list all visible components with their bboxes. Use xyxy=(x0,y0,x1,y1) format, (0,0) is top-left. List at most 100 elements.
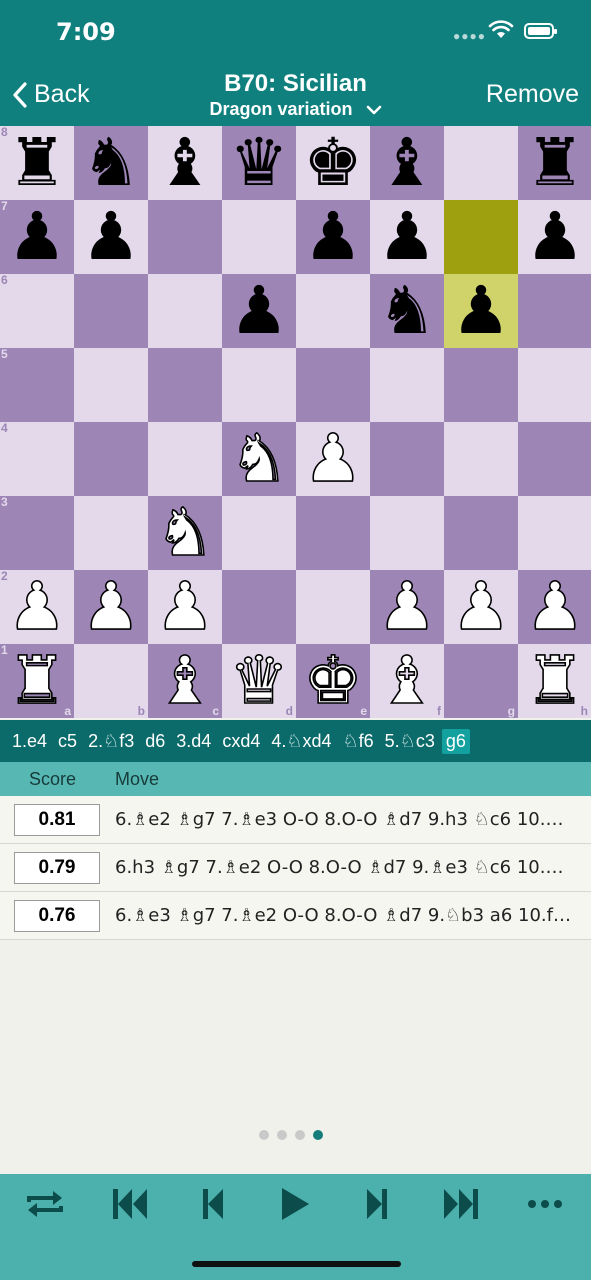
move-item[interactable]: 5.♘c3 xyxy=(385,731,435,752)
white-queen-icon[interactable]: ♛ xyxy=(222,644,296,718)
square-a4[interactable]: 4 xyxy=(0,422,74,496)
black-pawn-icon[interactable]: ♟ xyxy=(518,200,591,274)
square-a1[interactable]: 1 a ♜ xyxy=(0,644,74,718)
square-a6[interactable]: 6 xyxy=(0,274,74,348)
square-g4[interactable] xyxy=(444,422,518,496)
square-h5[interactable] xyxy=(518,348,591,422)
engine-line-row[interactable]: 0.76 6.♗e3 ♗g7 7.♗e2 O-O 8.O-O ♗d7 9.♘b3 … xyxy=(0,892,591,940)
square-d2[interactable] xyxy=(222,570,296,644)
black-pawn-icon[interactable]: ♟ xyxy=(74,200,148,274)
move-list[interactable]: 1.e4 c5 2.♘f3 d6 3.d4 cxd4 4.♘xd4 ♘f6 5.♘c3 g6 xyxy=(0,720,591,762)
square-e2[interactable] xyxy=(296,570,370,644)
square-h2[interactable]: ♟ xyxy=(518,570,591,644)
page-dot[interactable] xyxy=(295,1130,305,1140)
engine-line-row[interactable]: 0.81 6.♗e2 ♗g7 7.♗e3 O-O 8.O-O ♗d7 9.h3 ♘… xyxy=(0,796,591,844)
square-d1[interactable]: d ♛ xyxy=(222,644,296,718)
more-button[interactable] xyxy=(520,1184,570,1224)
square-d7[interactable] xyxy=(222,200,296,274)
square-f6[interactable]: ♞ xyxy=(370,274,444,348)
white-pawn-icon[interactable]: ♟ xyxy=(444,570,518,644)
white-king-icon[interactable]: ♚ xyxy=(296,644,370,718)
square-g3[interactable] xyxy=(444,496,518,570)
white-knight-icon[interactable]: ♞ xyxy=(222,422,296,496)
square-h8[interactable]: ♜ xyxy=(518,126,591,200)
square-g7[interactable] xyxy=(444,200,518,274)
first-move-button[interactable] xyxy=(105,1184,155,1224)
square-d4[interactable]: ♞ xyxy=(222,422,296,496)
square-a7[interactable]: 7 ♟ xyxy=(0,200,74,274)
square-e8[interactable]: ♚ xyxy=(296,126,370,200)
black-bishop-icon[interactable]: ♝ xyxy=(148,126,222,200)
square-e4[interactable]: ♟ xyxy=(296,422,370,496)
black-rook-icon[interactable]: ♜ xyxy=(0,126,74,200)
black-pawn-icon[interactable]: ♟ xyxy=(370,200,444,274)
white-pawn-icon[interactable]: ♟ xyxy=(296,422,370,496)
move-item[interactable]: 1.e4 xyxy=(12,731,47,752)
home-indicator[interactable] xyxy=(192,1261,401,1267)
square-b2[interactable]: ♟ xyxy=(74,570,148,644)
square-d8[interactable]: ♛ xyxy=(222,126,296,200)
white-knight-icon[interactable]: ♞ xyxy=(148,496,222,570)
black-queen-icon[interactable]: ♛ xyxy=(222,126,296,200)
square-a3[interactable]: 3 xyxy=(0,496,74,570)
white-pawn-icon[interactable]: ♟ xyxy=(148,570,222,644)
square-h1[interactable]: h ♜ xyxy=(518,644,591,718)
page-dot[interactable] xyxy=(277,1130,287,1140)
next-move-button[interactable] xyxy=(352,1184,402,1224)
square-b4[interactable] xyxy=(74,422,148,496)
square-c4[interactable] xyxy=(148,422,222,496)
square-h4[interactable] xyxy=(518,422,591,496)
previous-move-button[interactable] xyxy=(188,1184,238,1224)
square-b8[interactable]: ♞ xyxy=(74,126,148,200)
page-dot[interactable] xyxy=(259,1130,269,1140)
square-f5[interactable] xyxy=(370,348,444,422)
square-e1[interactable]: e ♚ xyxy=(296,644,370,718)
square-f8[interactable]: ♝ xyxy=(370,126,444,200)
square-e5[interactable] xyxy=(296,348,370,422)
square-b6[interactable] xyxy=(74,274,148,348)
square-h6[interactable] xyxy=(518,274,591,348)
flip-board-button[interactable] xyxy=(20,1184,70,1224)
square-g1[interactable]: g xyxy=(444,644,518,718)
white-pawn-icon[interactable]: ♟ xyxy=(518,570,591,644)
black-rook-icon[interactable]: ♜ xyxy=(518,126,591,200)
move-item[interactable]: cxd4 xyxy=(222,731,260,752)
remove-button[interactable]: Remove xyxy=(486,80,579,109)
square-h7[interactable]: ♟ xyxy=(518,200,591,274)
black-knight-icon[interactable]: ♞ xyxy=(370,274,444,348)
move-item[interactable]: 4.♘xd4 xyxy=(271,731,331,752)
square-d3[interactable] xyxy=(222,496,296,570)
black-pawn-icon[interactable]: ♟ xyxy=(0,200,74,274)
square-g5[interactable] xyxy=(444,348,518,422)
square-h3[interactable] xyxy=(518,496,591,570)
square-f3[interactable] xyxy=(370,496,444,570)
square-c2[interactable]: ♟ xyxy=(148,570,222,644)
square-g2[interactable]: ♟ xyxy=(444,570,518,644)
play-button[interactable] xyxy=(270,1184,320,1224)
square-f2[interactable]: ♟ xyxy=(370,570,444,644)
move-item[interactable]: ♘f6 xyxy=(343,731,374,752)
square-c5[interactable] xyxy=(148,348,222,422)
square-c8[interactable]: ♝ xyxy=(148,126,222,200)
page-dot[interactable] xyxy=(313,1130,323,1140)
white-bishop-icon[interactable]: ♝ xyxy=(370,644,444,718)
square-e6[interactable] xyxy=(296,274,370,348)
square-a2[interactable]: 2 ♟ xyxy=(0,570,74,644)
chess-board[interactable]: 8 ♜ ♞ ♝ ♛ ♚ ♝ ♜ 7 ♟ ♟ ♟ ♟ ♟ 6 ♟ ♞ ♟ 5 4 ♞ ♟ 3 ♞ 2 ♟ ♟ ♟ ♟ ♟ ♟ 1 a ♜ b c ♝ d ♛ e… xyxy=(0,126,591,720)
move-item[interactable]: 2.♘f3 xyxy=(88,731,134,752)
square-f1[interactable]: f ♝ xyxy=(370,644,444,718)
engine-line-row[interactable]: 0.79 6.h3 ♗g7 7.♗e2 O-O 8.O-O ♗d7 9.♗e3 ♘… xyxy=(0,844,591,892)
page-indicator[interactable] xyxy=(259,1130,331,1140)
square-c7[interactable] xyxy=(148,200,222,274)
square-d5[interactable] xyxy=(222,348,296,422)
square-c6[interactable] xyxy=(148,274,222,348)
square-g8[interactable] xyxy=(444,126,518,200)
square-f4[interactable] xyxy=(370,422,444,496)
square-b5[interactable] xyxy=(74,348,148,422)
black-king-icon[interactable]: ♚ xyxy=(296,126,370,200)
square-b3[interactable] xyxy=(74,496,148,570)
black-pawn-icon[interactable]: ♟ xyxy=(296,200,370,274)
black-knight-icon[interactable]: ♞ xyxy=(74,126,148,200)
move-item[interactable]: d6 xyxy=(145,731,165,752)
white-bishop-icon[interactable]: ♝ xyxy=(148,644,222,718)
